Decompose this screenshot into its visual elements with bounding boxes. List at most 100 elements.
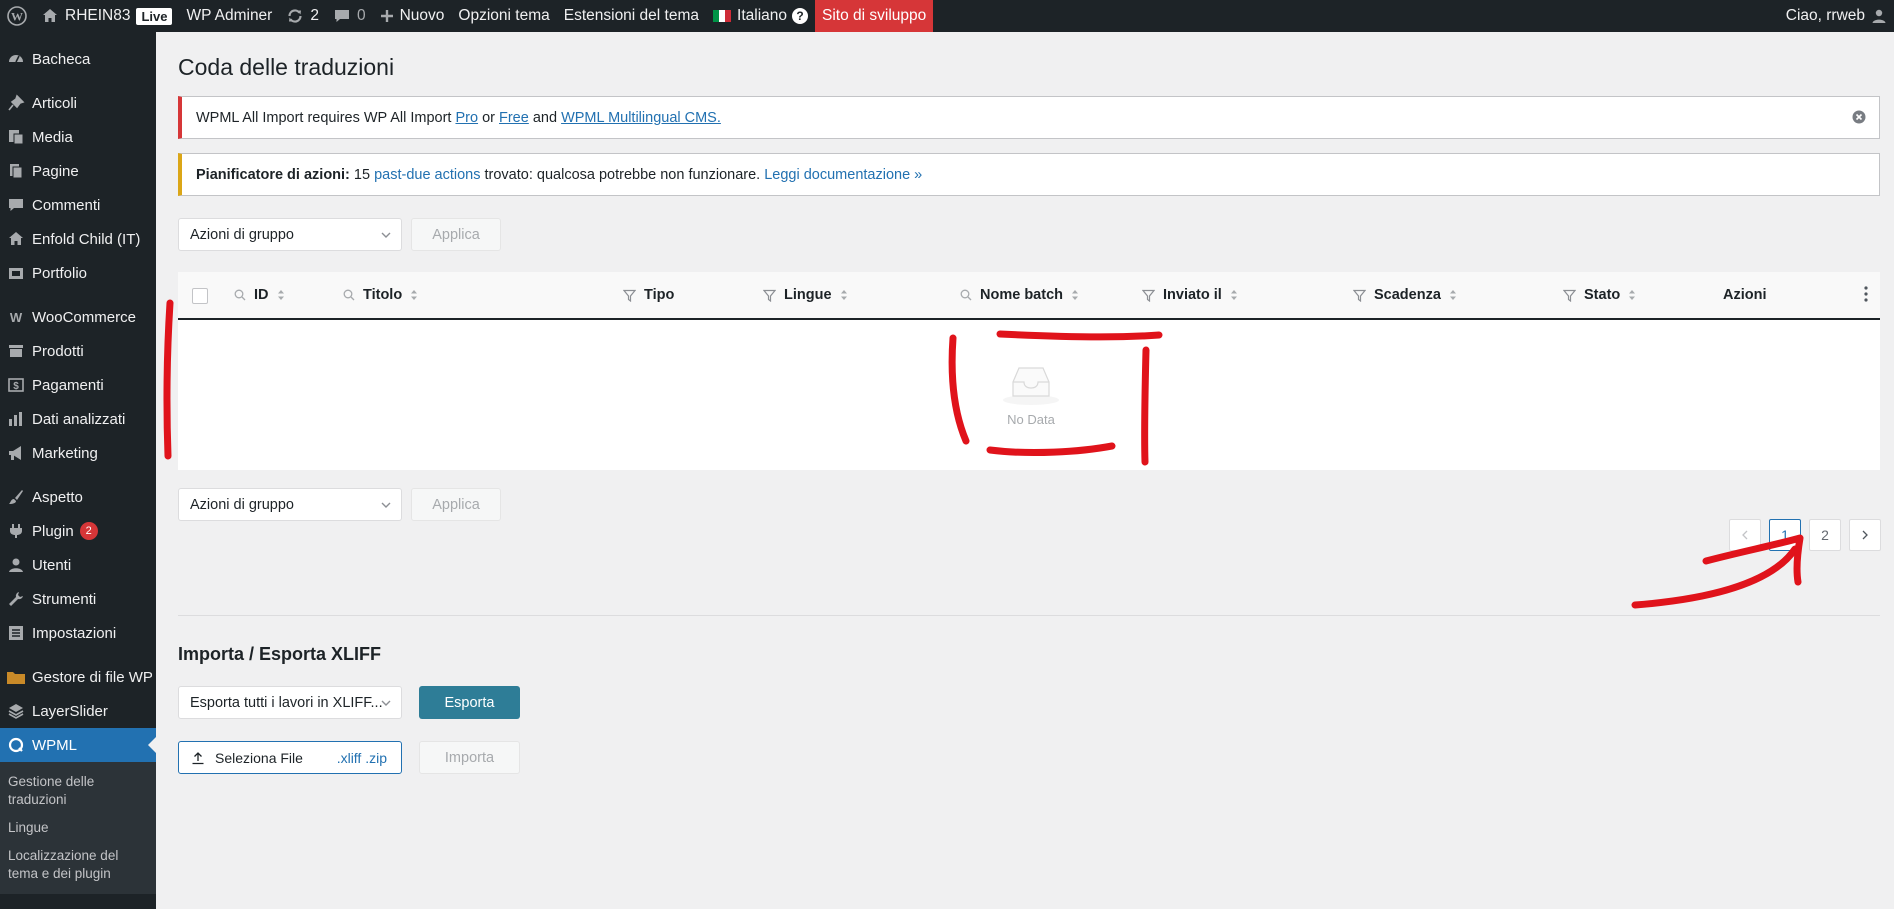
- chart-bar-icon: [6, 409, 26, 429]
- read-docs-link[interactable]: Leggi documentazione »: [764, 167, 922, 183]
- submenu-item-lingue[interactable]: Lingue: [0, 814, 156, 842]
- theme-options-link[interactable]: Opzioni tema: [451, 0, 556, 32]
- comments-link[interactable]: 0: [326, 0, 373, 32]
- menu-item-pagine[interactable]: Pagine: [0, 154, 156, 188]
- free-link[interactable]: Free: [499, 110, 529, 126]
- column-stato[interactable]: Stato: [1563, 287, 1636, 303]
- filter-icon[interactable]: [763, 289, 776, 302]
- filter-icon[interactable]: [1353, 289, 1366, 302]
- column-label: Tipo: [644, 287, 675, 303]
- column-label: Titolo: [363, 287, 403, 303]
- next-page-button[interactable]: [1849, 519, 1881, 551]
- my-account-link[interactable]: Ciao, rrweb: [1779, 0, 1894, 32]
- column-settings-icon[interactable]: [1864, 286, 1868, 307]
- new-content-link[interactable]: Nuovo: [373, 0, 452, 32]
- column-inviato-il[interactable]: Inviato il: [1142, 287, 1238, 303]
- past-due-actions-link[interactable]: past-due actions: [374, 167, 480, 183]
- menu-item-gestore-file[interactable]: Gestore di file WP: [0, 660, 156, 694]
- select-all-checkbox[interactable]: [192, 288, 208, 304]
- plus-icon: [380, 9, 394, 23]
- paintbrush-icon: [6, 487, 26, 507]
- file-select-button[interactable]: Seleziona File .xliff .zip: [178, 741, 402, 774]
- menu-label: Pagine: [32, 162, 79, 180]
- chevron-right-icon: [1862, 530, 1868, 540]
- menu-item-layerslider[interactable]: LayerSlider: [0, 694, 156, 728]
- import-button[interactable]: Importa: [419, 741, 520, 774]
- menu-item-utenti[interactable]: Utenti: [0, 548, 156, 582]
- menu-item-marketing[interactable]: Marketing: [0, 436, 156, 470]
- menu-item-dati-analizzati[interactable]: Dati analizzati: [0, 402, 156, 436]
- sort-icon[interactable]: [1071, 289, 1079, 301]
- language-switcher[interactable]: Italiano ?: [706, 0, 815, 32]
- sort-icon[interactable]: [840, 289, 848, 301]
- submenu-item-gestione-traduzioni[interactable]: Gestione delle traduzioni: [0, 768, 156, 814]
- column-id[interactable]: ID: [234, 287, 285, 303]
- menu-item-enfold-child[interactable]: Enfold Child (IT): [0, 222, 156, 256]
- export-select[interactable]: Esporta tutti i lavori in XLIFF...: [178, 686, 402, 719]
- notice-text: trovato: qualcosa potrebbe non funzionar…: [480, 166, 765, 183]
- menu-item-media[interactable]: Media: [0, 120, 156, 154]
- sort-icon[interactable]: [277, 289, 285, 301]
- file-select-label: Seleziona File: [215, 749, 303, 766]
- filter-icon[interactable]: [1563, 289, 1576, 302]
- site-name-link[interactable]: RHEIN83 Live: [34, 0, 179, 32]
- language-label: Italiano: [737, 7, 787, 24]
- filter-icon[interactable]: [1142, 289, 1155, 302]
- menu-label: Dati analizzati: [32, 410, 126, 428]
- menu-item-commenti[interactable]: Commenti: [0, 188, 156, 222]
- search-icon[interactable]: [960, 289, 972, 301]
- menu-item-plugin[interactable]: Plugin 2: [0, 514, 156, 548]
- menu-item-strumenti[interactable]: Strumenti: [0, 582, 156, 616]
- theme-extensions-link[interactable]: Estensioni del tema: [557, 0, 706, 32]
- column-label: Nome batch: [980, 287, 1063, 303]
- dev-site-badge[interactable]: Sito di sviluppo: [815, 0, 934, 32]
- menu-item-wpml[interactable]: WPML: [0, 728, 156, 762]
- menu-label: Enfold Child (IT): [32, 230, 141, 248]
- menu-item-portfolio[interactable]: Portfolio: [0, 256, 156, 290]
- select-value: Azioni di gruppo: [190, 226, 294, 243]
- submenu-item-localizzazione[interactable]: Localizzazione del tema e dei plugin: [0, 842, 156, 888]
- column-tipo[interactable]: Tipo: [623, 287, 674, 303]
- updates-link[interactable]: 2: [279, 0, 326, 32]
- admin-menu: Bacheca Articoli Media Pagine Commenti E…: [0, 42, 156, 762]
- page-1-button[interactable]: 1: [1769, 519, 1801, 551]
- menu-item-pagamenti[interactable]: $ Pagamenti: [0, 368, 156, 402]
- site-name: RHEIN83: [65, 7, 131, 24]
- column-lingue[interactable]: Lingue: [763, 287, 848, 303]
- menu-label: Strumenti: [32, 590, 97, 608]
- search-icon[interactable]: [343, 289, 355, 301]
- comments-count: 0: [356, 7, 366, 24]
- page-2-button[interactable]: 2: [1809, 519, 1841, 551]
- notice-label: Pianificatore di azioni:: [196, 166, 350, 183]
- sort-icon[interactable]: [1449, 289, 1457, 301]
- apply-button-top[interactable]: Applica: [411, 218, 501, 251]
- select-value: Esporta tutti i lavori in XLIFF...: [190, 694, 383, 711]
- export-button[interactable]: Esporta: [419, 686, 520, 719]
- menu-item-woocommerce[interactable]: W WooCommerce: [0, 300, 156, 334]
- sort-icon[interactable]: [1230, 289, 1238, 301]
- chevron-down-icon: [381, 232, 391, 238]
- bulk-actions-select-bottom[interactable]: Azioni di gruppo: [178, 488, 402, 521]
- wordpress-logo-button[interactable]: W: [0, 0, 34, 32]
- wpml-cms-link[interactable]: WPML Multilingual CMS.: [561, 110, 721, 126]
- menu-item-impostazioni[interactable]: Impostazioni: [0, 616, 156, 650]
- menu-item-aspetto[interactable]: Aspetto: [0, 480, 156, 514]
- apply-button-bottom[interactable]: Applica: [411, 488, 501, 521]
- column-scadenza[interactable]: Scadenza: [1353, 287, 1457, 303]
- column-nome-batch[interactable]: Nome batch: [960, 287, 1079, 303]
- menu-item-bacheca[interactable]: Bacheca: [0, 42, 156, 76]
- bulk-actions-select-top[interactable]: Azioni di gruppo: [178, 218, 402, 251]
- sort-icon[interactable]: [1628, 289, 1636, 301]
- column-label: Lingue: [784, 287, 832, 303]
- filter-icon[interactable]: [623, 289, 636, 302]
- prev-page-button[interactable]: [1729, 519, 1761, 551]
- column-titolo[interactable]: Titolo: [343, 287, 418, 303]
- sort-icon[interactable]: [410, 289, 418, 301]
- help-icon[interactable]: ?: [792, 8, 808, 24]
- menu-item-articoli[interactable]: Articoli: [0, 86, 156, 120]
- pro-link[interactable]: Pro: [455, 110, 478, 126]
- wp-adminer-link[interactable]: WP Adminer: [179, 0, 279, 32]
- menu-item-prodotti[interactable]: Prodotti: [0, 334, 156, 368]
- search-icon[interactable]: [234, 289, 246, 301]
- dismiss-notice-button[interactable]: [1851, 109, 1867, 125]
